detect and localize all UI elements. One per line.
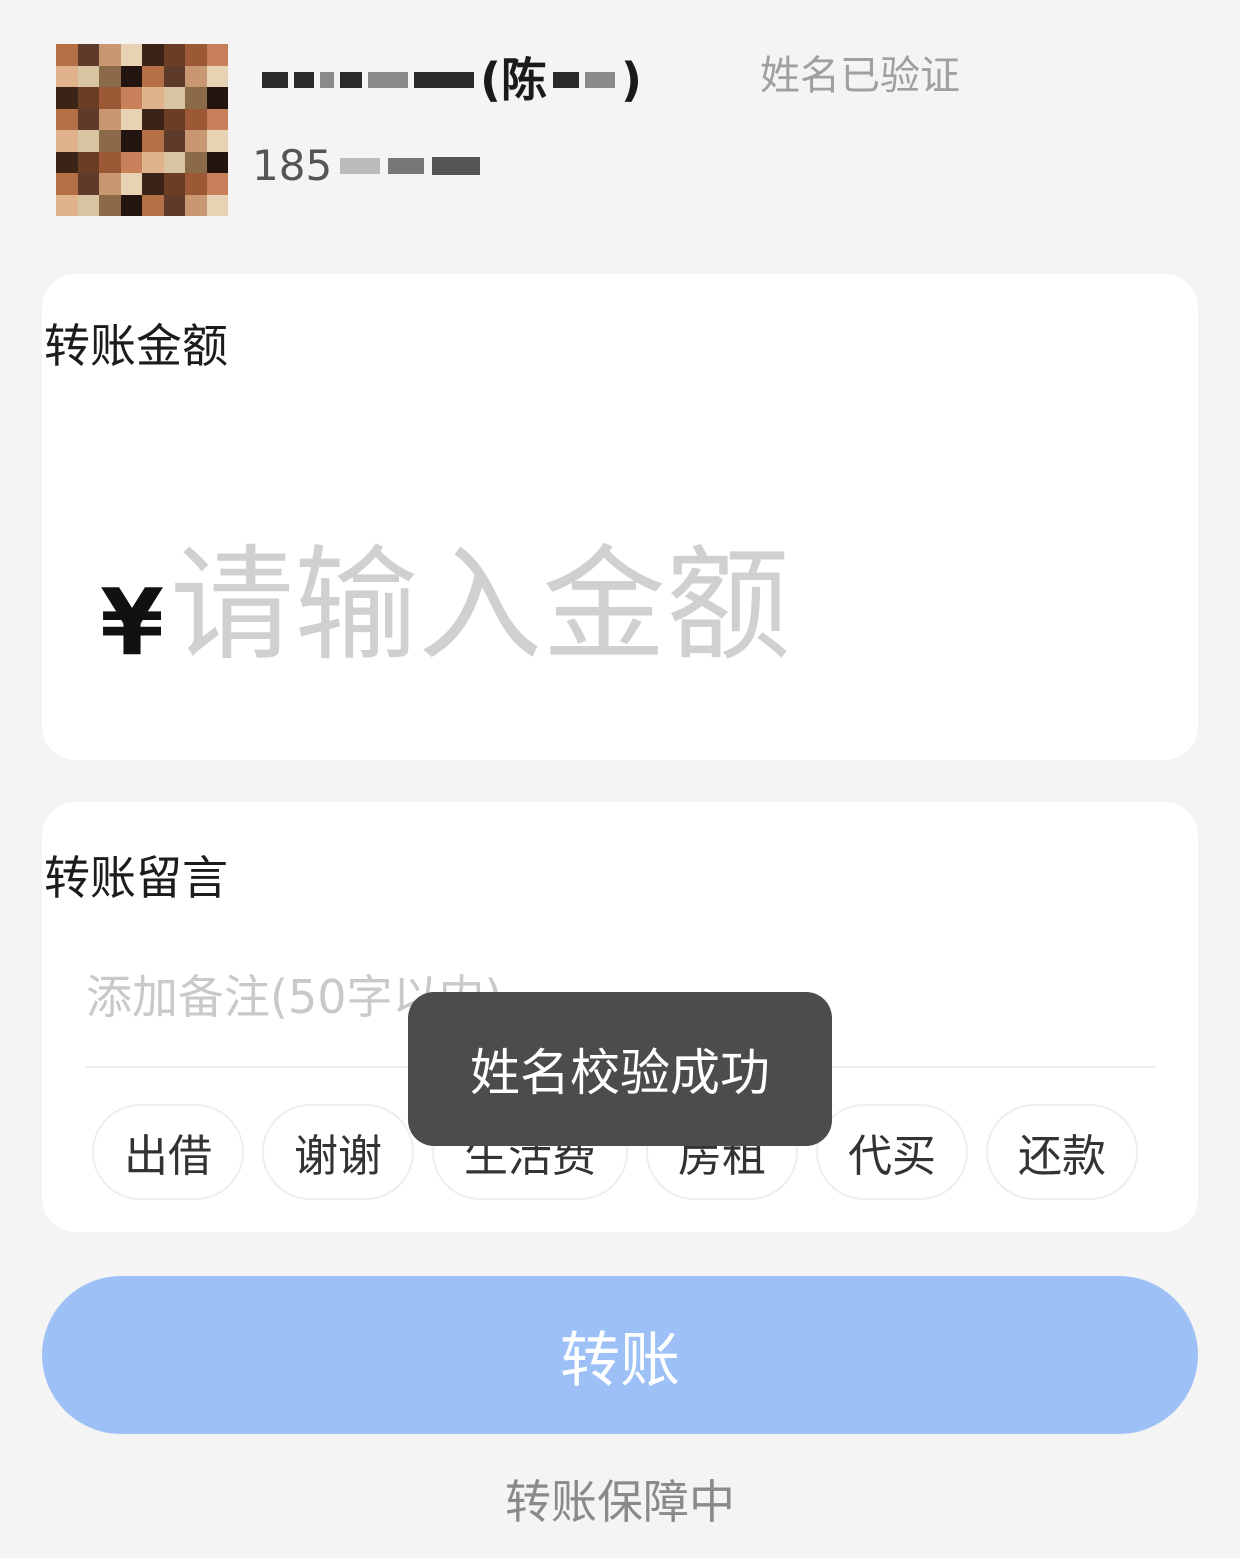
avatar-pixel <box>142 44 164 66</box>
avatar-pixel <box>77 151 99 173</box>
avatar-pixel <box>99 44 121 66</box>
phone-mask-block <box>388 158 425 174</box>
avatar-pixel <box>99 151 121 173</box>
avatar-pixel <box>120 108 142 130</box>
avatar-pixel <box>56 151 78 173</box>
avatar-pixel <box>163 108 185 130</box>
avatar-pixel <box>120 130 142 152</box>
avatar-pixel <box>163 44 185 66</box>
avatar-pixel <box>163 65 185 87</box>
avatar-pixel <box>163 130 185 152</box>
avatar-pixel <box>185 44 207 66</box>
avatar-pixel <box>77 108 99 130</box>
name-mask-block <box>320 72 334 88</box>
avatar-pixel <box>185 173 207 195</box>
avatar-pixel <box>206 194 228 216</box>
avatar-pixel <box>99 65 121 87</box>
name-mask-block <box>585 72 616 88</box>
avatar-pixel <box>56 194 78 216</box>
name-mask-block <box>414 72 474 88</box>
name-mask-block <box>294 72 314 88</box>
avatar <box>56 44 228 216</box>
avatar-pixel <box>120 194 142 216</box>
avatar-pixel <box>77 130 99 152</box>
avatar-pixel <box>77 194 99 216</box>
avatar-pixel <box>142 108 164 130</box>
avatar-pixel <box>142 151 164 173</box>
avatar-pixel <box>56 65 78 87</box>
recipient-name-close: ) <box>621 53 643 107</box>
avatar-pixel <box>99 108 121 130</box>
avatar-pixel <box>185 108 207 130</box>
avatar-pixel <box>142 173 164 195</box>
avatar-pixel <box>120 173 142 195</box>
currency-symbol: ¥ <box>100 569 165 676</box>
note-title: 转账留言 <box>44 851 228 905</box>
avatar-pixel <box>185 87 207 109</box>
avatar-pixel <box>206 65 228 87</box>
avatar-pixel <box>56 108 78 130</box>
avatar-pixel <box>163 151 185 173</box>
avatar-pixel <box>206 173 228 195</box>
avatar-pixel <box>163 194 185 216</box>
chip-lend[interactable]: 出借 <box>92 1104 244 1200</box>
transfer-button[interactable]: 转账 <box>42 1276 1198 1434</box>
avatar-pixel <box>206 151 228 173</box>
amount-title: 转账金额 <box>44 319 228 373</box>
amount-input[interactable] <box>170 536 1070 676</box>
avatar-pixel <box>142 65 164 87</box>
avatar-pixel <box>56 44 78 66</box>
recipient-name-char: (陈 <box>480 53 548 107</box>
avatar-pixel <box>99 87 121 109</box>
avatar-pixel <box>185 130 207 152</box>
avatar-pixel <box>99 173 121 195</box>
avatar-pixel <box>56 173 78 195</box>
recipient-phone: 185 <box>252 140 481 192</box>
avatar-pixel <box>77 173 99 195</box>
toast-message: 姓名校验成功 <box>408 992 832 1146</box>
chip-repayment[interactable]: 还款 <box>986 1104 1138 1200</box>
recipient-header: (陈 ) 姓名已验证 185 <box>0 0 1240 260</box>
avatar-pixel <box>77 44 99 66</box>
name-verified-label: 姓名已验证 <box>760 53 960 99</box>
avatar-pixel <box>56 87 78 109</box>
avatar-pixel <box>142 87 164 109</box>
name-mask-block <box>340 72 362 88</box>
avatar-pixel <box>120 65 142 87</box>
name-mask-block <box>368 72 408 88</box>
chip-purchase-on-behalf[interactable]: 代买 <box>816 1104 968 1200</box>
avatar-pixel <box>163 87 185 109</box>
name-mask-block <box>553 72 580 88</box>
avatar-pixel <box>77 87 99 109</box>
avatar-pixel <box>99 130 121 152</box>
phone-mask-block <box>340 158 381 174</box>
avatar-pixel <box>142 130 164 152</box>
avatar-pixel <box>142 194 164 216</box>
phone-mask-block <box>432 157 481 175</box>
avatar-pixel <box>56 130 78 152</box>
avatar-pixel <box>185 151 207 173</box>
phone-prefix: 185 <box>252 141 333 190</box>
avatar-pixel <box>206 130 228 152</box>
avatar-pixel <box>206 44 228 66</box>
avatar-pixel <box>185 65 207 87</box>
avatar-pixel <box>120 151 142 173</box>
avatar-pixel <box>206 87 228 109</box>
avatar-pixel <box>99 194 121 216</box>
avatar-pixel <box>77 65 99 87</box>
avatar-pixel <box>120 87 142 109</box>
avatar-pixel <box>163 173 185 195</box>
recipient-name: (陈 ) <box>262 50 722 110</box>
avatar-pixel <box>120 44 142 66</box>
avatar-pixel <box>185 194 207 216</box>
transfer-guarantee-label: 转账保障中 <box>505 1475 735 1529</box>
chip-thanks[interactable]: 谢谢 <box>262 1104 414 1200</box>
avatar-pixel <box>206 108 228 130</box>
name-mask-block <box>262 72 288 88</box>
